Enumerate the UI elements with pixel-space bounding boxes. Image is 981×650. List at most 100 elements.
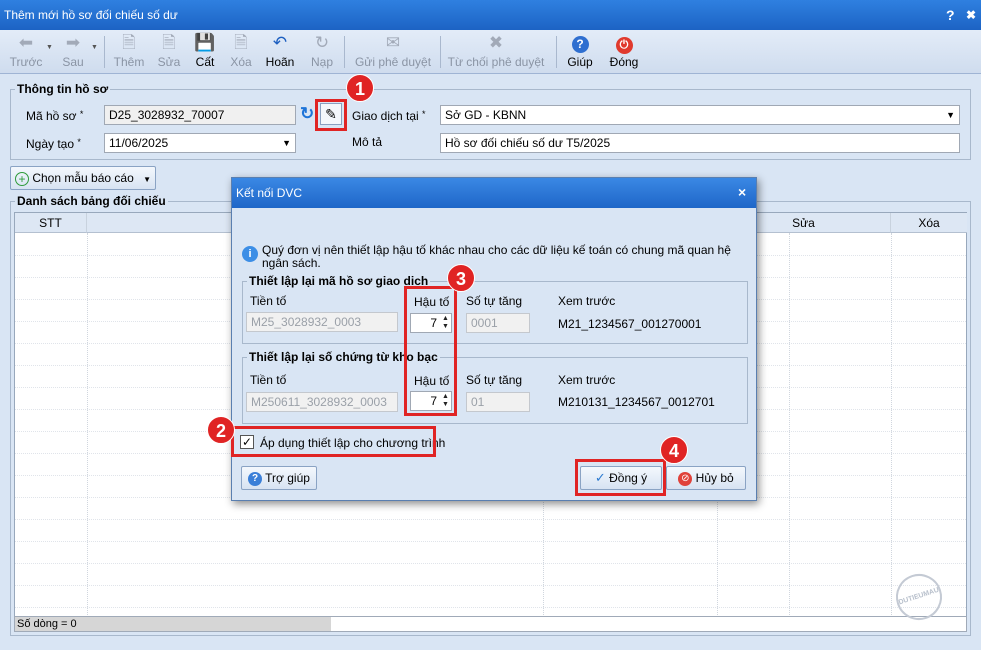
floppy-disk-icon: 💾 (194, 33, 216, 52)
highlight-box-3 (404, 286, 457, 416)
annotation-badge-4: 4 (660, 436, 688, 464)
help-button[interactable]: ? Giúp (562, 32, 598, 72)
reject-approval-label: Từ chối phê duyệt (447, 55, 545, 69)
created-date-label: Ngày tạo * (26, 137, 81, 151)
prev-label: Trước (9, 55, 43, 69)
prefix-label: Tiền tố (250, 373, 287, 387)
load-button[interactable]: ↻ Nạp (304, 32, 340, 72)
next-dropdown-icon[interactable]: ▼ (91, 44, 98, 51)
transaction-value: Sở GD - KBNN (445, 108, 527, 122)
regenerate-icon[interactable]: ↻ (300, 104, 314, 124)
window-titlebar: Thêm mới hồ sơ đối chiếu số dư (0, 0, 981, 30)
row-count: Số dòng = 0 (15, 617, 331, 631)
send-approval-label: Gửi phê duyệt (354, 55, 432, 69)
choose-template-button[interactable]: + Chọn mẫu báo cáo ▼ (10, 166, 156, 190)
next-button[interactable]: ➡ Sau (56, 32, 90, 72)
annotation-badge-2: 2 (207, 416, 235, 444)
dialog-close-icon[interactable]: × (738, 184, 746, 200)
sequence-label: Số tự tăng (466, 373, 523, 387)
table-row (15, 585, 966, 586)
arrow-left-icon: ⬅ (18, 33, 34, 52)
close-window-icon[interactable]: ✖ (966, 0, 976, 30)
new-document-icon: 🗎 (122, 33, 136, 52)
column-header-delete[interactable]: Xóa (891, 213, 967, 233)
prefix-label: Tiền tố (250, 294, 287, 308)
help-icon[interactable]: ? (946, 0, 955, 30)
chevron-down-icon: ▼ (946, 110, 955, 120)
close-label: Đóng (609, 55, 639, 69)
help-dialog-label: Trợ giúp (265, 471, 310, 485)
transaction-label: Giao dịch tại * (352, 109, 426, 123)
help-label: Giúp (567, 55, 593, 69)
plus-circle-icon: + (15, 171, 29, 186)
reject-approval-button[interactable]: ✖ Từ chối phê duyệt (444, 32, 548, 72)
undo-icon: ↶ (272, 33, 288, 52)
toolbar-separator (440, 36, 441, 68)
prefix-field[interactable]: M250611_3028932_0003 (246, 392, 398, 412)
description-field[interactable]: Hồ sơ đối chiếu số dư T5/2025 (440, 133, 960, 153)
prev-button[interactable]: ⬅ Trước (6, 32, 46, 72)
edit-button[interactable]: 🗎 Sửa (152, 32, 186, 72)
send-approval-button[interactable]: ✉ Gửi phê duyệt (350, 32, 436, 72)
save-button[interactable]: 💾 Cất (188, 32, 222, 72)
table-row (15, 519, 966, 520)
delete-label: Xóa (230, 55, 252, 69)
sequence-label: Số tự tăng (466, 294, 523, 308)
close-button[interactable]: ⏻ Đóng (604, 32, 644, 72)
column-header-stt[interactable]: STT (15, 213, 87, 233)
created-date-picker[interactable]: 11/06/2025 ▼ (104, 133, 296, 153)
save-label: Cất (195, 55, 215, 69)
table-row (15, 563, 966, 564)
transaction-select[interactable]: Sở GD - KBNN ▼ (440, 105, 960, 125)
cancel-icon: ⊘ (678, 471, 693, 486)
envelope-icon: ✉ (385, 33, 401, 52)
table-row (15, 541, 966, 542)
status-bar: Số dòng = 0 (14, 616, 967, 632)
record-info-legend: Thông tin hồ sơ (17, 82, 109, 96)
add-label: Thêm (113, 55, 145, 69)
add-button[interactable]: 🗎 Thêm (110, 32, 148, 72)
dialog-titlebar: Kết nối DVC (232, 178, 756, 208)
reconciliation-list-legend: Danh sách bảng đối chiếu (17, 194, 166, 208)
highlight-box-2 (231, 426, 436, 457)
x-mark-icon: ✖ (488, 33, 504, 52)
annotation-badge-3: 3 (447, 264, 475, 292)
sequence-field[interactable]: 01 (466, 392, 530, 412)
transaction-code-group: Thiết lập lại mã hồ sơ giao dịch (242, 274, 748, 344)
preview-value: M210131_1234567_0012701 (558, 395, 715, 409)
toolbar-separator (104, 36, 105, 68)
question-icon: ? (562, 32, 598, 54)
question-icon: ? (248, 471, 263, 486)
description-label: Mô tả (352, 135, 383, 149)
transaction-code-legend: Thiết lập lại mã hồ sơ giao dịch (249, 274, 429, 288)
record-code-field[interactable]: D25_3028932_70007 (104, 105, 296, 125)
help-dialog-button[interactable]: ? Trợ giúp (241, 466, 317, 490)
power-icon: ⏻ (604, 32, 644, 54)
edit-document-icon: 🗎 (162, 33, 176, 52)
next-label: Sau (62, 55, 84, 69)
created-date-value: 11/06/2025 (109, 136, 169, 150)
choose-template-label: Chọn mẫu báo cáo (32, 171, 134, 185)
delete-button[interactable]: 🗎 Xóa (224, 32, 258, 72)
annotation-badge-1: 1 (346, 74, 374, 102)
chevron-down-icon: ▼ (143, 175, 152, 184)
window-title: Thêm mới hồ sơ đối chiếu số dư (4, 8, 178, 22)
delete-document-icon: 🗎 (234, 33, 248, 52)
preview-value: M21_1234567_001270001 (558, 317, 702, 331)
cancel-button[interactable]: ⊘ Hủy bỏ (666, 466, 746, 490)
preview-label: Xem trước (558, 294, 616, 308)
highlight-box-1 (315, 99, 347, 131)
arrow-right-icon: ➡ (65, 33, 81, 52)
sequence-field[interactable]: 0001 (466, 313, 530, 333)
treasury-voucher-group: Thiết lập lại số chứng từ kho bạc (242, 350, 748, 424)
load-label: Nạp (310, 55, 333, 69)
prefix-field[interactable]: M25_3028932_0003 (246, 312, 398, 332)
highlight-box-4 (575, 459, 666, 496)
prev-dropdown-icon[interactable]: ▼ (46, 44, 53, 51)
chevron-down-icon: ▼ (282, 138, 291, 148)
dialog-title: Kết nối DVC (236, 186, 303, 200)
toolbar: ⬅ Trước ▼ ➡ Sau ▼ 🗎 Thêm 🗎 Sửa 💾 Cất 🗎 X… (0, 30, 981, 74)
table-row (15, 607, 966, 608)
edit-label: Sửa (157, 55, 181, 69)
undo-button[interactable]: ↶ Hoãn (262, 32, 298, 72)
